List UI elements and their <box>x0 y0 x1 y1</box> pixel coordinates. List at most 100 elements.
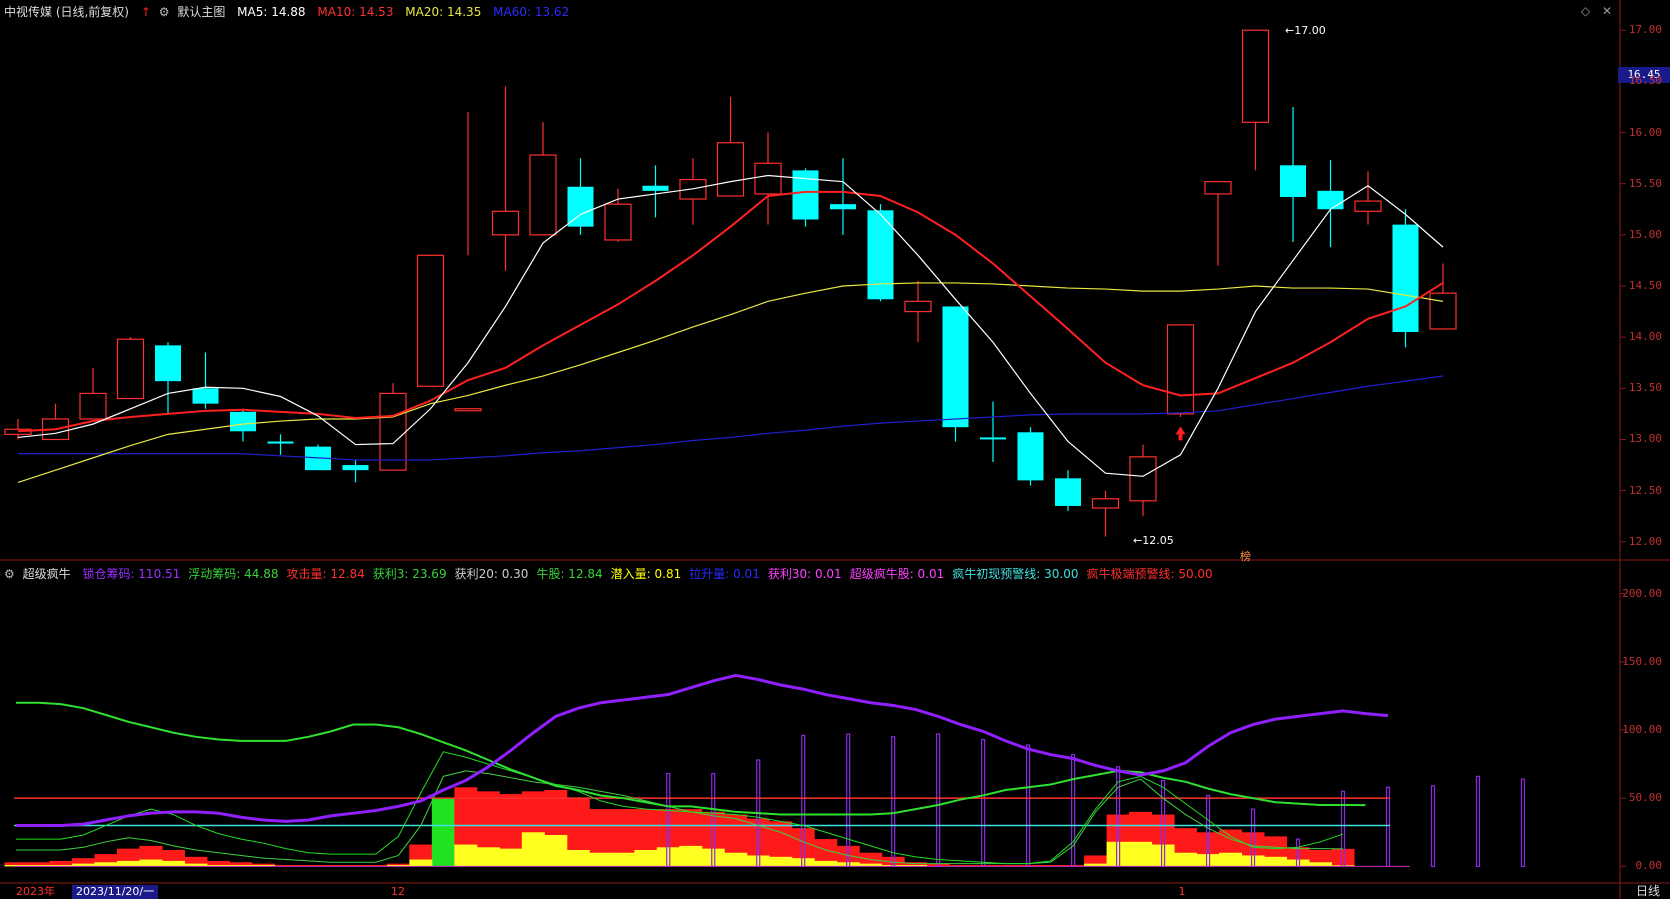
indicator-bar-yellow <box>409 859 433 867</box>
candle-body-up <box>1204 181 1232 195</box>
main-header: 中视传媒 (日线,前复权) ↑ ⚙ 默认主图 MA5: 14.88 MA10: … <box>4 4 577 20</box>
indicator-bar-yellow <box>476 847 500 867</box>
diamond-icon[interactable]: ◇ <box>1581 4 1590 18</box>
indicator-tick-label: 100.00 <box>1622 723 1662 736</box>
indicator-bar-yellow <box>1196 854 1220 867</box>
price-tick-label: 13.50 <box>1628 381 1662 395</box>
settings-icon[interactable]: ⚙ <box>4 566 15 582</box>
indicator-tick-label: 200.00 <box>1622 586 1662 600</box>
indicator-bar-yellow <box>611 852 635 867</box>
indicator-bar-yellow <box>116 860 140 867</box>
indicator-bar-yellow <box>1106 841 1130 867</box>
indicator-bar-yellow <box>1309 862 1333 867</box>
indicator-spike-purple <box>1520 778 1526 867</box>
indicator-bar-yellow <box>656 847 680 867</box>
indicator-spike-purple <box>1475 775 1481 867</box>
indicator-bar-yellow <box>679 845 703 867</box>
indicator-value-item: 浮动筹码: 44.88 <box>188 567 279 581</box>
indicator-bar-yellow <box>836 862 860 867</box>
candle-body-down <box>267 441 294 444</box>
indicator-bar-yellow <box>1174 852 1198 867</box>
indicator-bar-yellow <box>701 848 725 867</box>
stock-title[interactable]: 中视传媒 (日线,前复权) <box>4 5 129 19</box>
high-annotation: ←17.00 <box>1285 24 1326 37</box>
indicator-bar-yellow <box>769 856 793 867</box>
indicator-value-item: 获利3: 23.69 <box>372 567 447 581</box>
candle-body-up <box>379 392 407 471</box>
indicator-value-item: 超级疯牛股: 0.01 <box>849 567 945 581</box>
indicator-bar-yellow <box>161 860 185 867</box>
indicator-bar-yellow <box>1264 856 1288 867</box>
indicator-bar-yellow <box>1286 859 1310 867</box>
date-label: 2023/11/20/一 <box>72 885 159 899</box>
price-tick-label: 15.50 <box>1628 176 1662 190</box>
indicator-bar-yellow <box>94 862 118 867</box>
candle-body-down <box>1280 165 1306 197</box>
rank-badge[interactable]: 榜 <box>1240 548 1251 564</box>
indicator-bar-green <box>431 798 455 867</box>
candle-body-up <box>1129 456 1157 502</box>
indicator-name[interactable]: 超级疯牛 <box>23 567 71 581</box>
candle-body-up <box>904 300 932 313</box>
indicator-bar-yellow <box>791 858 815 867</box>
window-controls: ◇ ✕ <box>1573 4 1612 18</box>
buy-signal-arrow-icon <box>1175 426 1186 441</box>
candle-body-up <box>1354 200 1382 212</box>
period-label[interactable]: 日线 <box>1636 882 1660 899</box>
date-axis: 2023年 2023/11/20/一 12 1 <box>0 885 1618 899</box>
indicator-values: 锁仓筹码: 110.51 浮动筹码: 44.88 攻击量: 12.84 获利3: 23… <box>82 567 1220 581</box>
price-tick-label: 15.00 <box>1628 227 1662 241</box>
ma10-line <box>17 190 1444 433</box>
indicator-spike-purple <box>1385 786 1391 867</box>
ma20-value: MA20: 14.35 <box>405 5 482 19</box>
indicator-value-item: 锁仓筹码: 110.51 <box>82 567 181 581</box>
indicator-value-item: 潜入量: 0.81 <box>610 567 682 581</box>
indicator-tick-label: 150.00 <box>1622 654 1662 668</box>
candle-body-down <box>642 185 669 191</box>
price-tick-label: 12.50 <box>1628 483 1662 497</box>
indicator-value-item: 牛股: 12.84 <box>536 567 603 581</box>
sub-header: ⚙ 超级疯牛 锁仓筹码: 110.51 浮动筹码: 44.88 攻击量: 12.84… <box>4 566 1229 582</box>
candle-body-down <box>192 388 219 404</box>
indicator-bar-yellow <box>454 844 478 867</box>
indicator-tick-label: 0.00 <box>1635 859 1663 873</box>
candle-body-down <box>230 411 256 432</box>
chart-stage[interactable] <box>0 0 1670 899</box>
indicator-bar-yellow <box>139 859 163 867</box>
main-chart-label[interactable]: 默认主图 <box>177 5 225 19</box>
indicator-bar-yellow <box>746 855 770 867</box>
candle-body-up <box>1091 498 1120 509</box>
indicator-bar-yellow <box>1241 855 1265 867</box>
candle-body-up <box>454 408 482 412</box>
indicator-spike-purple <box>1026 744 1031 867</box>
price-tick-label: 16.00 <box>1628 125 1662 139</box>
indicator-bar-red <box>1331 848 1355 867</box>
candle-body-up <box>1241 29 1270 123</box>
chart-canvas[interactable] <box>0 0 1670 899</box>
date-label: 12 <box>391 885 405 898</box>
indicator-value-item: 拉升量: 0.01 <box>689 567 760 581</box>
indicator-value-item: 攻击量: 12.84 <box>286 567 365 581</box>
price-tick-label: 17.00 <box>1628 23 1662 37</box>
low-annotation: ←12.05 <box>1133 534 1174 547</box>
indicator-value-item: 获利20: 0.30 <box>454 567 529 581</box>
date-label: 2023年 <box>16 885 55 898</box>
indicator-tick-label: 50.00 <box>1628 791 1662 805</box>
candle-body-down <box>942 306 969 428</box>
price-tick-label: 14.00 <box>1628 330 1662 344</box>
lock-chip-line <box>16 673 1389 827</box>
candle-body-down <box>342 465 369 471</box>
ma5-value: MA5: 14.88 <box>237 5 306 19</box>
indicator-value-item: 疯牛极端预警线: 50.00 <box>1086 567 1213 581</box>
settings-icon[interactable]: ⚙ <box>159 4 170 20</box>
indicator-spike-purple <box>936 733 941 867</box>
price-tick-label: 12.00 <box>1628 534 1662 548</box>
ma20-line <box>17 282 1444 484</box>
candle-body-up <box>716 142 745 197</box>
close-icon[interactable]: ✕ <box>1602 4 1612 18</box>
price-tick-label: 14.50 <box>1628 279 1662 292</box>
candle-body-down <box>1392 224 1419 333</box>
indicator-spike-purple <box>891 736 896 867</box>
indicator-bar-yellow <box>1151 844 1175 867</box>
candle-body-down <box>830 204 856 210</box>
